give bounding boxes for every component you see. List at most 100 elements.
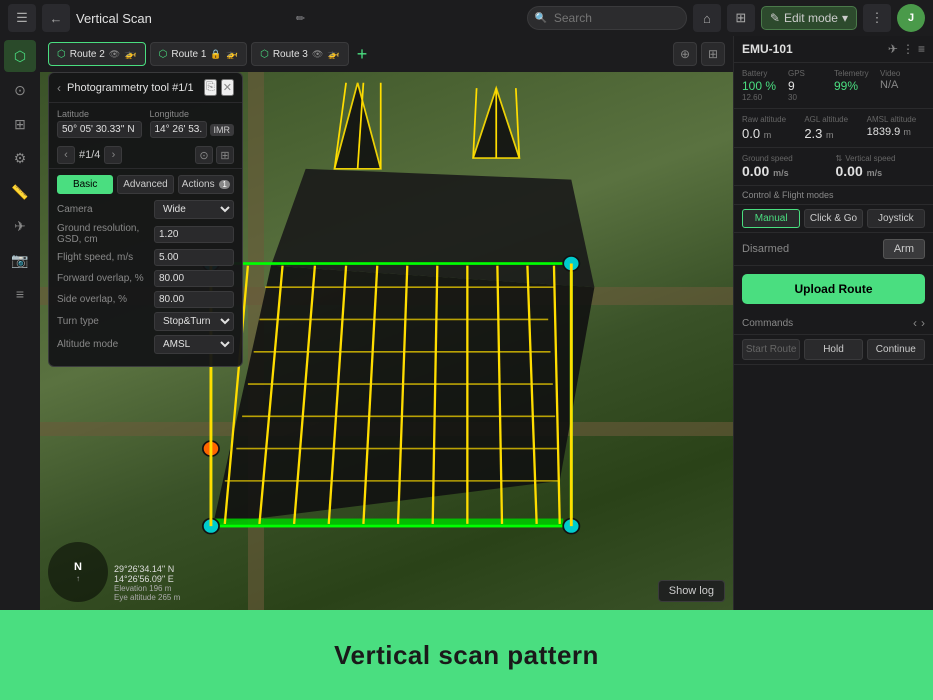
video-label: Video	[880, 69, 925, 78]
lock-icon: 🔒	[210, 49, 221, 60]
maptool-button-2[interactable]: ⊞	[701, 42, 725, 66]
maptool-button-1[interactable]: ⊕	[673, 42, 697, 66]
altitude-mode-row: Altitude mode AMSL	[57, 335, 234, 354]
commands-prev[interactable]: ‹	[913, 316, 917, 330]
disarmed-label: Disarmed	[742, 243, 789, 255]
start-route-button[interactable]: Start Route	[742, 339, 800, 360]
speed-input[interactable]	[154, 249, 234, 266]
back-button[interactable]: ←	[42, 4, 70, 32]
add-route-button[interactable]: +	[353, 44, 372, 65]
altitude-mode-select[interactable]: AMSL	[154, 335, 234, 354]
hold-button[interactable]: Hold	[804, 339, 862, 360]
route1-icon: ⬡	[159, 49, 168, 60]
sidebar-settings-icon[interactable]: ⚙	[4, 142, 36, 174]
sidebar-list-icon[interactable]: ≡	[4, 278, 36, 310]
sidebar-flight-icon[interactable]: ✈	[4, 210, 36, 242]
route-tab-3[interactable]: ⬡ Route 3 👁 🚁	[251, 42, 349, 66]
raw-altitude-label: Raw altitude	[742, 115, 800, 124]
fwd-overlap-input[interactable]	[154, 270, 234, 287]
latitude-label: Latitude	[57, 109, 142, 119]
battery-label: Battery	[742, 69, 787, 78]
route3-icon: ⬡	[260, 49, 269, 60]
manual-btn[interactable]: Manual	[742, 209, 800, 228]
drone-list-icon[interactable]: ✈	[888, 42, 898, 56]
sidebar-map-icon[interactable]: ⊙	[4, 74, 36, 106]
turn-type-row: Turn type Stop&Turn	[57, 312, 234, 331]
gps-label: GPS	[788, 69, 833, 78]
longitude-label: Longitude	[150, 109, 235, 119]
drone-icon-1: 🚁	[226, 49, 238, 60]
page-icon-1[interactable]: ⊙	[195, 146, 213, 164]
actions-badge: 1	[219, 180, 229, 189]
layers-icon[interactable]: ⊞	[727, 4, 755, 32]
drone-icon-3: 🚁	[327, 49, 339, 60]
joystick-btn[interactable]: Joystick	[867, 209, 925, 228]
search-input[interactable]	[527, 6, 687, 30]
panel-list-icon[interactable]: ≡	[918, 42, 925, 56]
battery-value: 100 %	[742, 79, 787, 93]
edit-mode-button[interactable]: ✎ Edit mode ▾	[761, 6, 857, 30]
panel-close-button[interactable]: ✕	[221, 79, 234, 96]
turn-type-label: Turn type	[57, 316, 154, 327]
disarmed-row: Disarmed Arm	[734, 233, 933, 266]
menu-button[interactable]: ☰	[8, 4, 36, 32]
arm-button[interactable]: Arm	[883, 239, 925, 259]
upload-route-button[interactable]: Upload Route	[742, 274, 925, 304]
chevron-down-icon: ▾	[842, 11, 848, 25]
gps-value: 9	[788, 79, 833, 93]
continue-button[interactable]: Continue	[867, 339, 925, 360]
sidebar-ruler-icon[interactable]: 📏	[4, 176, 36, 208]
sidebar-route-icon[interactable]: ⬡	[4, 40, 36, 72]
prev-page-button[interactable]: ‹	[57, 146, 75, 164]
gsd-input[interactable]	[154, 226, 234, 243]
sidebar-layers-icon[interactable]: ⊞	[4, 108, 36, 140]
longitude-col: Longitude IMR	[150, 109, 235, 138]
longitude-input[interactable]	[150, 121, 207, 138]
show-log-button[interactable]: Show log	[658, 580, 725, 602]
page-navigation: ‹ #1/4 › ⊙ ⊞	[49, 142, 242, 168]
panel-copy-button[interactable]: ⎘	[204, 79, 217, 96]
telemetry-label: Telemetry	[834, 69, 879, 78]
eye-icon-3: 👁	[312, 49, 323, 60]
panel-menu-icon[interactable]: ⋮	[902, 42, 914, 56]
home-icon[interactable]: ⌂	[693, 4, 721, 32]
route2-label: Route 2	[70, 49, 105, 60]
next-page-button[interactable]: ›	[104, 146, 122, 164]
click-go-btn[interactable]: Click & Go	[804, 209, 862, 228]
speed-grid: Ground speed 0.00 m/s ⇅ Vertical speed 0…	[734, 148, 933, 186]
panel-back-button[interactable]: ‹	[57, 81, 61, 95]
search-wrapper: 🔍	[527, 6, 687, 30]
latitude-input[interactable]	[57, 121, 142, 138]
page-icon-2[interactable]: ⊞	[216, 146, 234, 164]
commands-next[interactable]: ›	[921, 316, 925, 330]
more-icon[interactable]: ⋮	[863, 4, 891, 32]
ground-speed-label: Ground speed	[742, 154, 832, 163]
fwd-overlap-label: Forward overlap, %	[57, 273, 154, 284]
gps-stat: GPS 9 30	[788, 69, 833, 102]
route-tab-1[interactable]: ⬡ Route 1 🔒 🚁	[150, 42, 247, 66]
edit-icon[interactable]: ✏	[296, 12, 305, 25]
eye-icon: 👁	[109, 49, 120, 60]
camera-select[interactable]: Wide	[154, 200, 234, 219]
bottom-label: Vertical scan pattern	[334, 640, 599, 671]
video-value: N/A	[880, 79, 925, 91]
tab-actions[interactable]: Actions 1	[178, 175, 234, 194]
turn-type-select[interactable]: Stop&Turn	[154, 312, 234, 331]
tab-basic[interactable]: Basic	[57, 175, 113, 194]
map-toolbar: ⬡ Route 2 👁 🚁 ⬡ Route 1 🔒 🚁 ⬡ Route 3 👁 …	[40, 36, 733, 72]
speed-row: Flight speed, m/s	[57, 249, 234, 266]
battery-stat: Battery 100 % 12.60	[742, 69, 787, 102]
page-title: Vertical Scan	[76, 11, 286, 26]
avatar[interactable]: J	[897, 4, 925, 32]
sidebar-camera-icon[interactable]: 📷	[4, 244, 36, 276]
compass: N ↑	[48, 542, 108, 602]
vertical-speed-icon: ⇅	[836, 154, 843, 163]
route-tab-2[interactable]: ⬡ Route 2 👁 🚁	[48, 42, 146, 66]
battery-sub: 12.60	[742, 93, 787, 102]
imr-button[interactable]: IMR	[210, 124, 235, 136]
camera-label: Camera	[57, 204, 154, 215]
route2-icon: ⬡	[57, 49, 66, 60]
modes-label: Control & Flight modes	[742, 190, 834, 200]
tab-advanced[interactable]: Advanced	[117, 175, 173, 194]
side-overlap-input[interactable]	[154, 291, 234, 308]
